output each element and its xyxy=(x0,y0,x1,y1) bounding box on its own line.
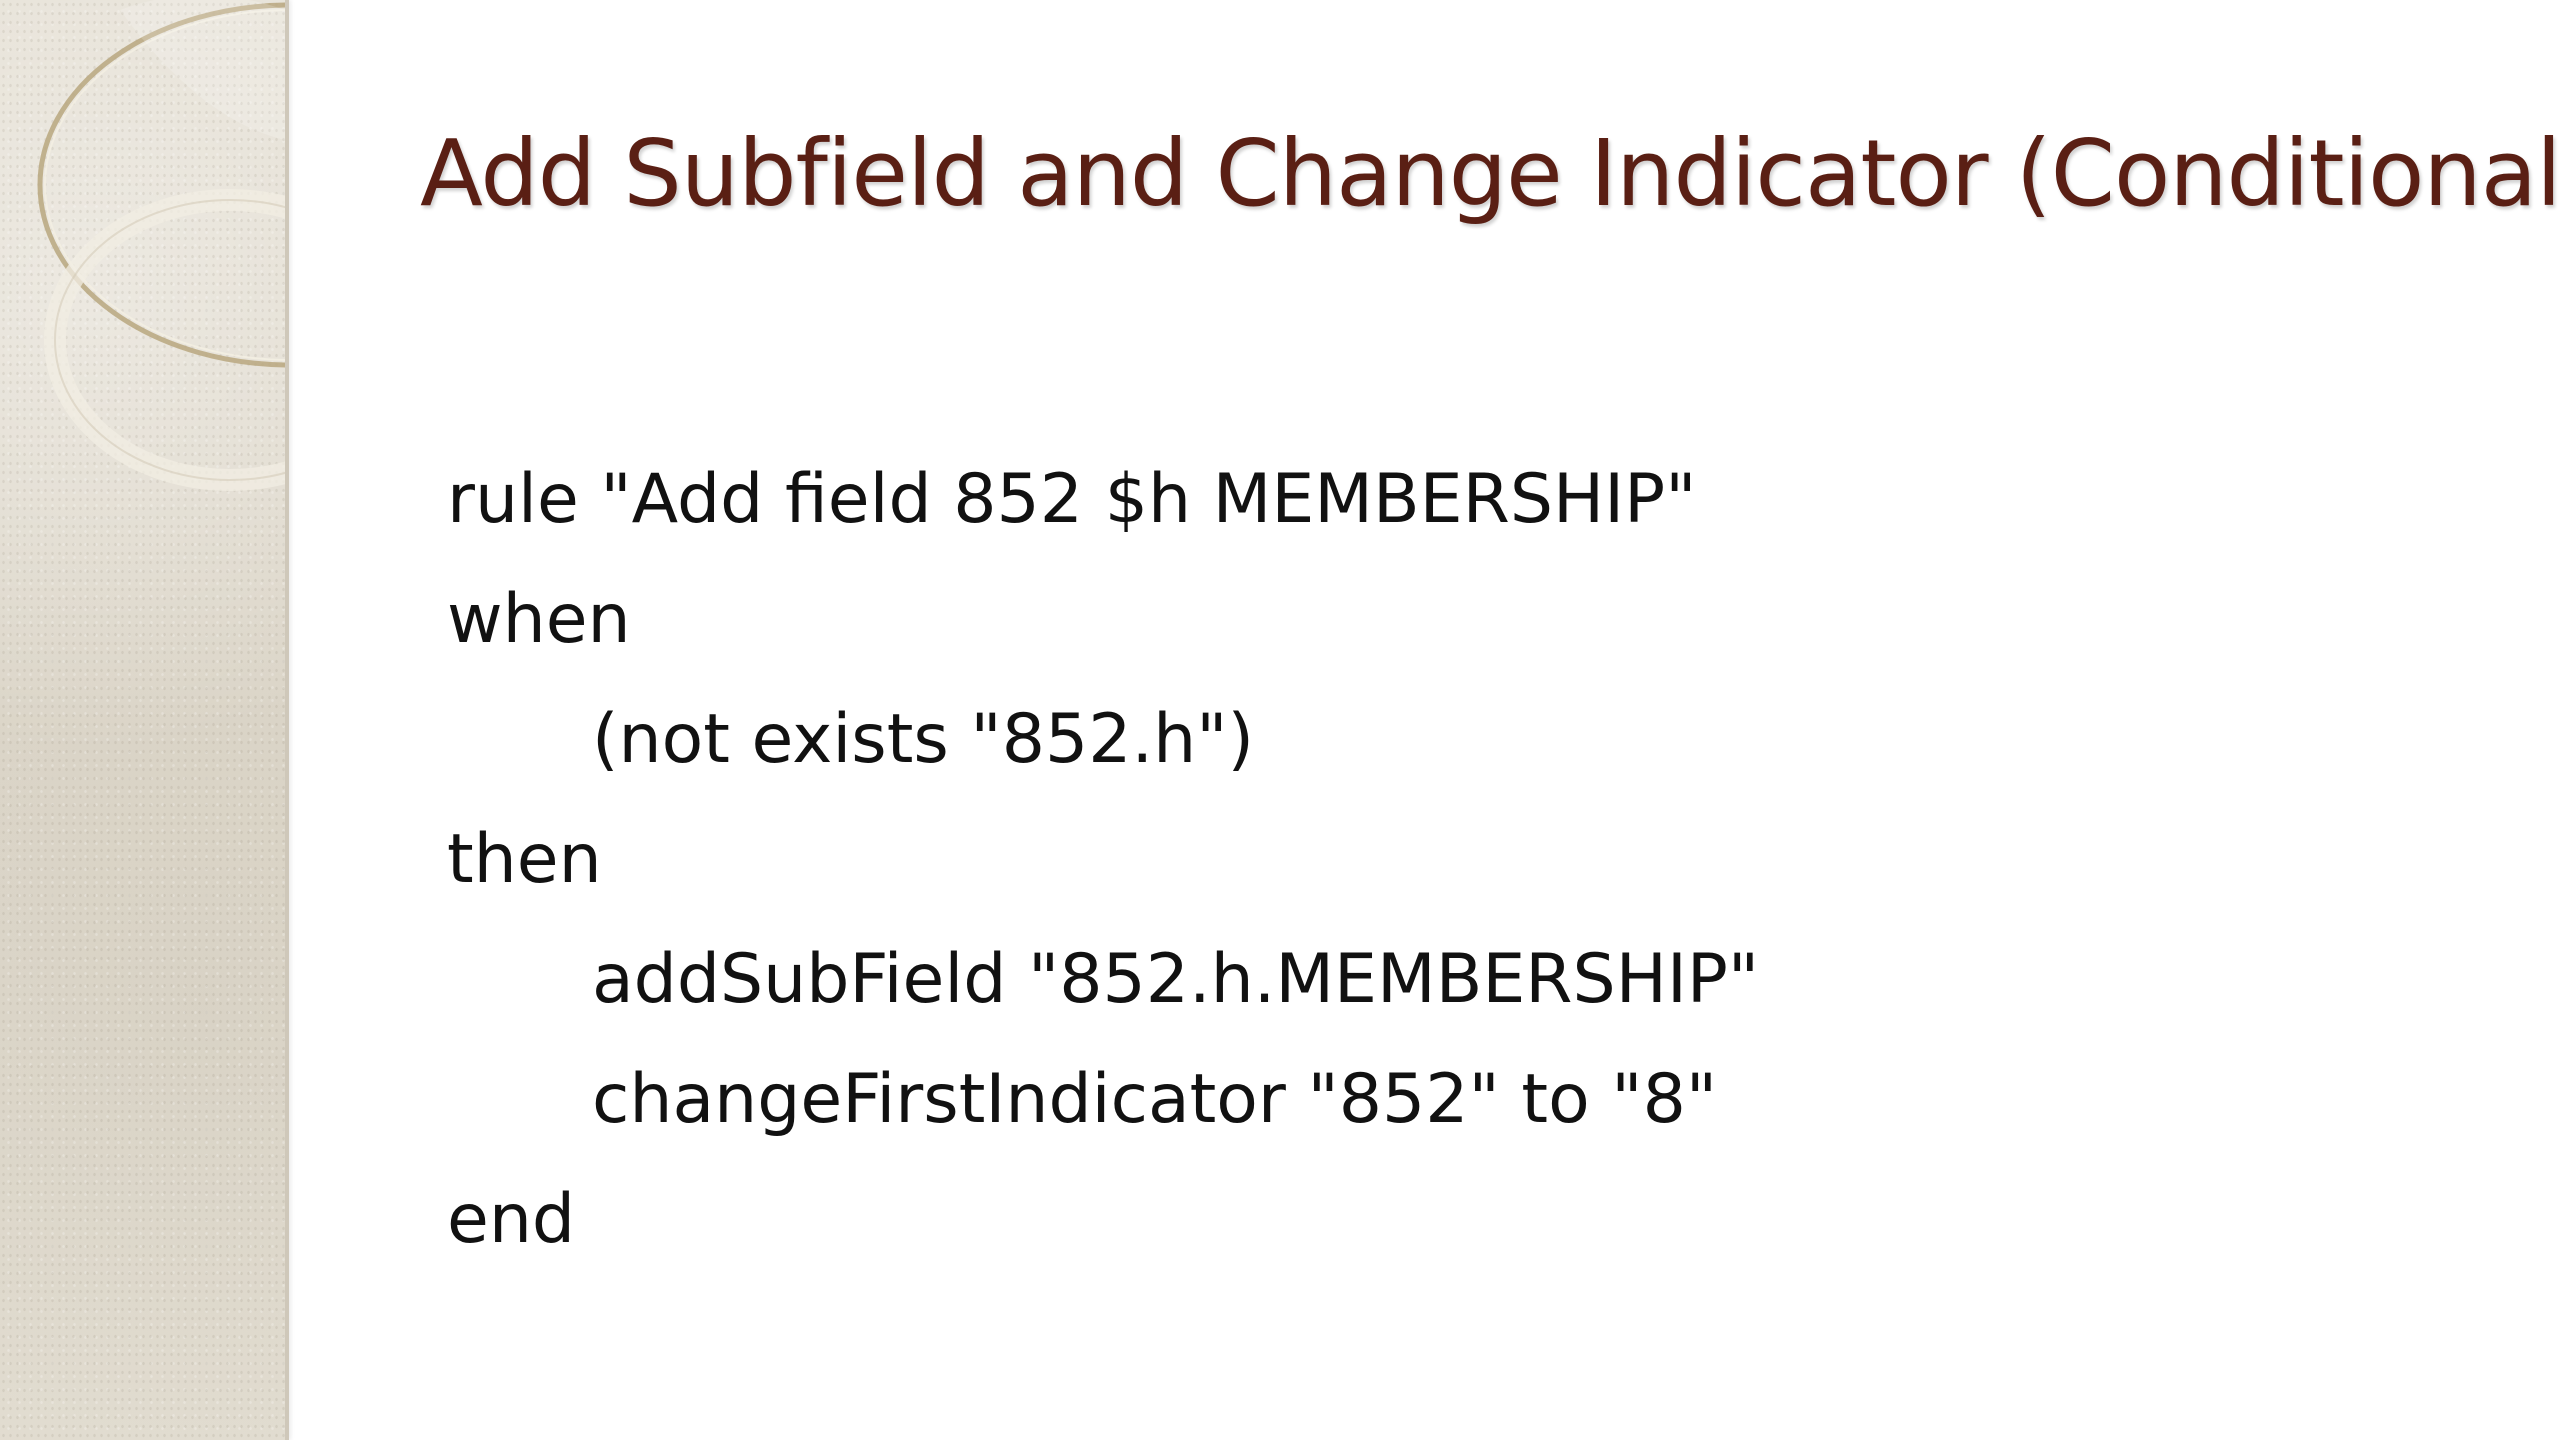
code-line-change-indicator: changeFirstIndicator "852" to "8" xyxy=(592,1060,1718,1139)
code-line-end: end xyxy=(447,1180,576,1259)
code-line-when: when xyxy=(447,580,631,659)
slide-title: Add Subfield and Change Indicator (Condi… xyxy=(420,120,2560,227)
slide: Add Subfield and Change Indicator (Condi… xyxy=(0,0,2560,1440)
rule-code-block: rule "Add field 852 $h MEMBERSHIP" when … xyxy=(447,440,1759,1280)
code-line-then: then xyxy=(447,820,602,899)
decorative-sidebar xyxy=(0,0,289,1440)
code-line-add-subfield: addSubField "852.h.MEMBERSHIP" xyxy=(592,940,1760,1019)
decorative-rings-icon xyxy=(37,0,285,491)
code-line-condition: (not exists "852.h") xyxy=(592,700,1255,779)
code-line-rule: rule "Add field 852 $h MEMBERSHIP" xyxy=(447,460,1697,539)
